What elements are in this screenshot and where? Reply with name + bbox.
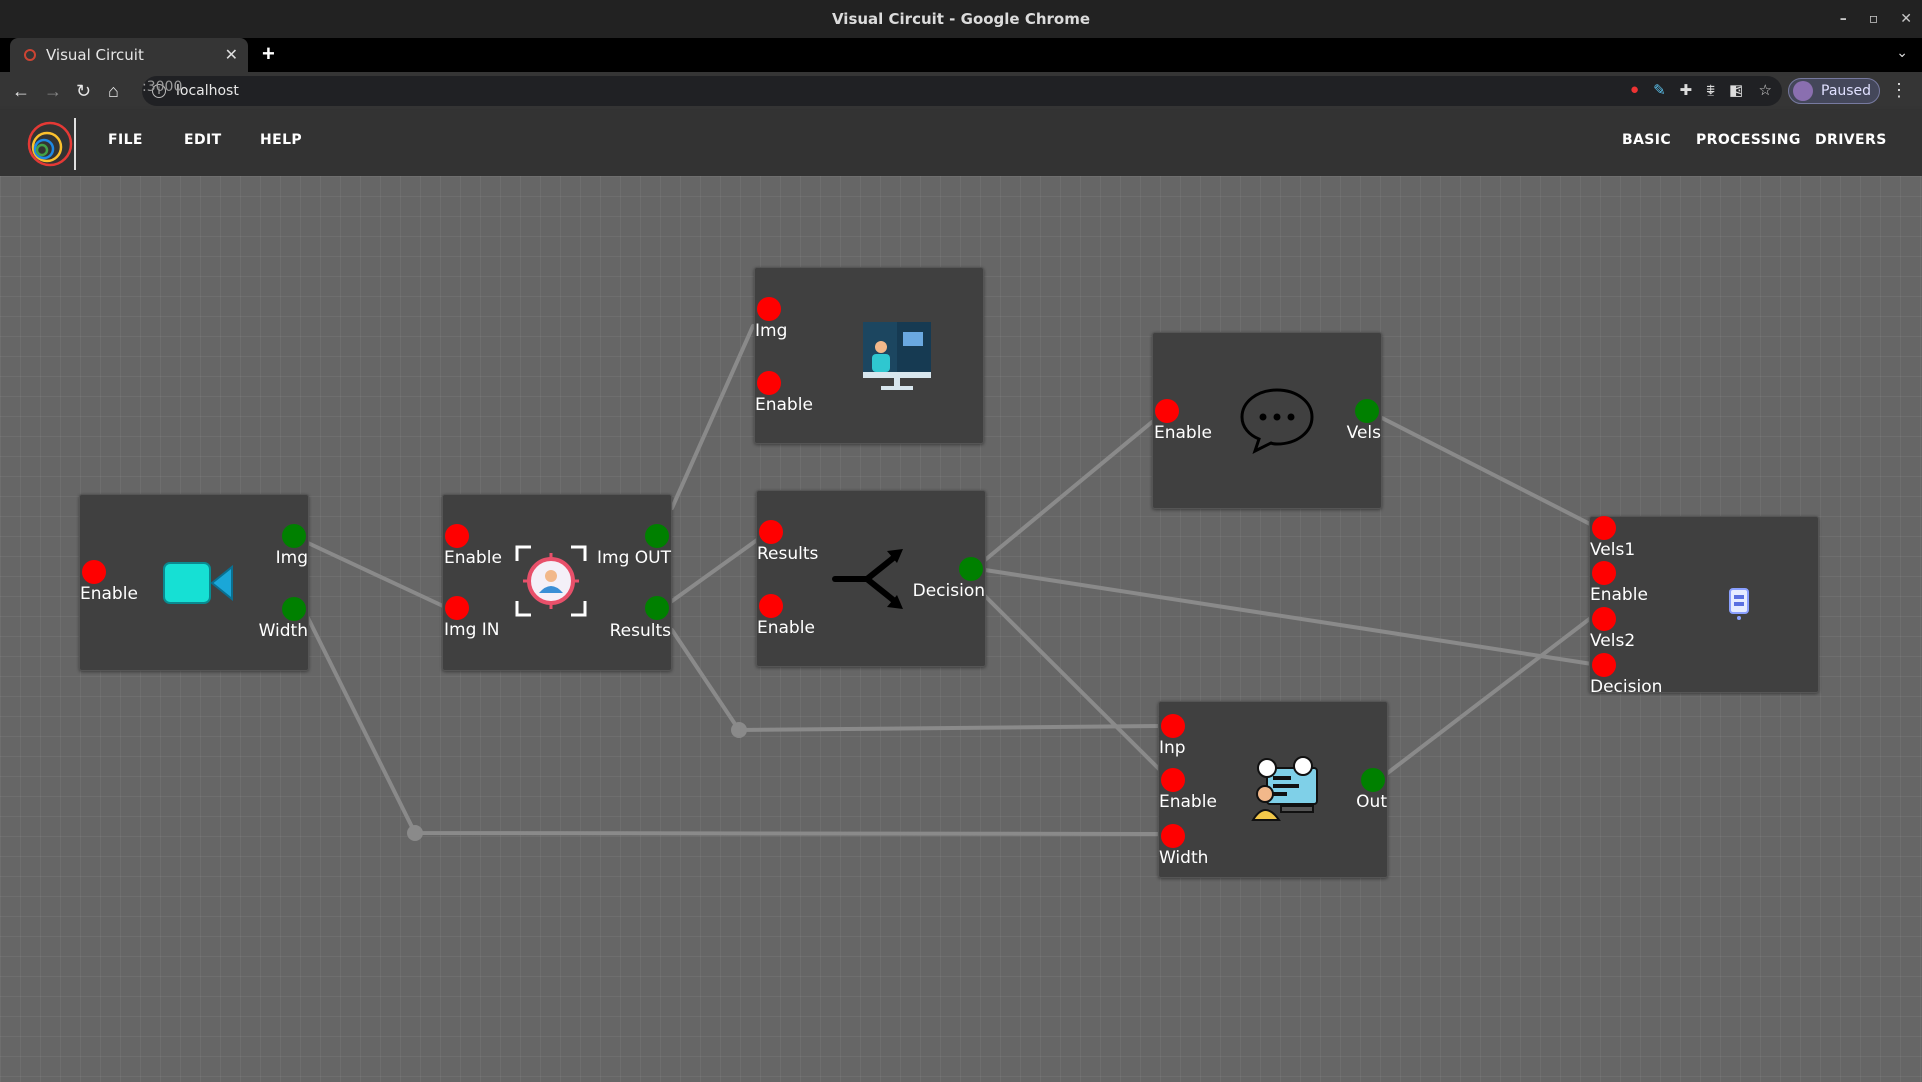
decision-enable-port[interactable] xyxy=(759,594,783,618)
decision-output-port[interactable] xyxy=(959,557,983,581)
video-camera-icon xyxy=(163,562,233,604)
port-label: Vels2 xyxy=(1590,631,1636,651)
screen-img-port[interactable] xyxy=(757,297,781,321)
decision-node[interactable]: Results Enable Decision xyxy=(756,490,986,667)
port-label: Decision xyxy=(912,581,985,601)
screen-display-node[interactable]: Img Enable xyxy=(754,267,984,444)
port-label: Decision xyxy=(1590,677,1663,697)
motor-enable-port[interactable] xyxy=(1592,561,1616,585)
chat-enable-port[interactable] xyxy=(1155,399,1179,423)
detector-imgout-port[interactable] xyxy=(645,524,669,548)
port-label: Results xyxy=(609,621,671,641)
port-label: Inp xyxy=(1159,738,1186,758)
controller-out-port[interactable] xyxy=(1361,768,1385,792)
port-label: Enable xyxy=(757,618,815,638)
wire-decision-controller[interactable] xyxy=(983,594,1162,772)
usb-driver-icon xyxy=(1729,588,1749,620)
wire-detector-imgout[interactable] xyxy=(670,324,755,510)
motor-driver-node[interactable]: Vels1 Enable Vels2 Decision xyxy=(1589,516,1819,697)
port-label: Vels1 xyxy=(1590,540,1636,560)
camera-img-port[interactable] xyxy=(282,524,306,548)
decision-results-port[interactable] xyxy=(759,520,783,544)
port-label: Enable xyxy=(1154,423,1212,443)
port-label: Enable xyxy=(80,584,138,604)
detector-results-port[interactable] xyxy=(645,596,669,620)
speech-bubble-icon xyxy=(1240,388,1314,454)
controller-inp-port[interactable] xyxy=(1161,714,1185,738)
port-label: Img OUT xyxy=(597,548,671,568)
port-label: Img IN xyxy=(444,620,500,640)
camera-enable-port[interactable] xyxy=(82,560,106,584)
motor-decision-port[interactable] xyxy=(1592,653,1616,677)
port-label: Width xyxy=(1159,848,1209,868)
monitor-display-icon xyxy=(863,322,931,390)
face-detection-icon xyxy=(515,545,587,617)
motor-vels2-port[interactable] xyxy=(1592,607,1616,631)
developer-dashboard-icon xyxy=(1251,756,1318,821)
camera-width-port[interactable] xyxy=(282,597,306,621)
screen-enable-port[interactable] xyxy=(757,371,781,395)
controller-enable-port[interactable] xyxy=(1161,768,1185,792)
wire-camera-img[interactable] xyxy=(306,541,445,608)
chat-vels-port[interactable] xyxy=(1355,399,1379,423)
port-label: Out xyxy=(1356,792,1387,812)
wire-chat-motor[interactable] xyxy=(1380,416,1592,526)
port-label: Img xyxy=(755,321,788,341)
motor-vels1-port[interactable] xyxy=(1592,516,1616,540)
wire-junction[interactable] xyxy=(731,722,747,738)
chat-node[interactable]: Enable Vels xyxy=(1152,332,1382,509)
port-label: Enable xyxy=(444,548,502,568)
detector-enable-port[interactable] xyxy=(445,524,469,548)
face-detector-node[interactable]: Enable Img IN Img OUT Results xyxy=(442,494,672,671)
port-label: Enable xyxy=(1590,585,1648,605)
port-label: Vels xyxy=(1346,423,1381,443)
wire-decision-chat[interactable] xyxy=(983,420,1154,562)
wire-detector-results[interactable] xyxy=(670,538,759,603)
controller-width-port[interactable] xyxy=(1161,824,1185,848)
wire-junction[interactable] xyxy=(407,825,423,841)
camera-node[interactable]: Enable Img Width xyxy=(79,494,309,671)
merge-arrow-icon xyxy=(832,549,903,609)
port-label: Img xyxy=(275,548,308,568)
wire-decision-motor[interactable] xyxy=(983,568,1594,666)
port-label: Enable xyxy=(755,395,813,415)
controller-node[interactable]: Inp Enable Width Out xyxy=(1158,701,1388,878)
wire-controller-motor[interactable] xyxy=(1383,615,1594,777)
port-label: Width xyxy=(258,621,308,641)
detector-imgin-port[interactable] xyxy=(445,596,469,620)
port-label: Results xyxy=(757,544,819,564)
port-label: Enable xyxy=(1159,792,1217,812)
